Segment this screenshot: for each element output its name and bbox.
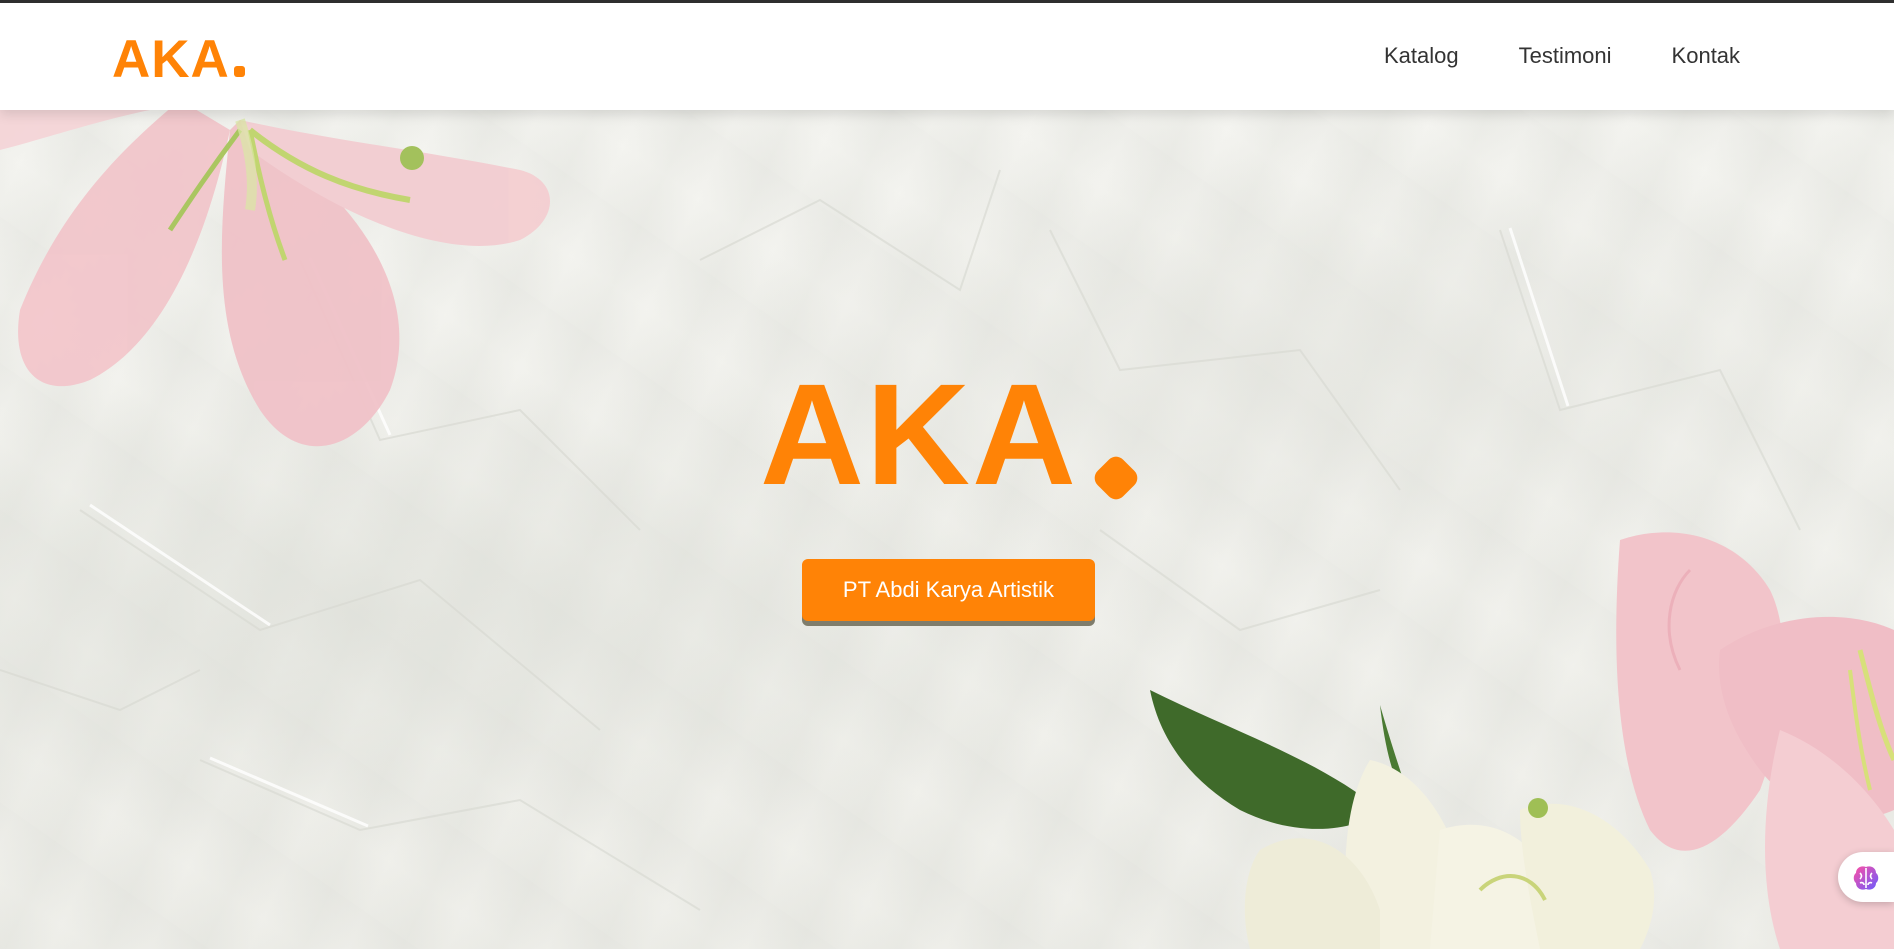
brand-dot (233, 66, 245, 77)
hero-logo-text: AKA (760, 354, 1078, 515)
hero-logo: AKA (760, 354, 1142, 515)
nav-kontak[interactable]: Kontak (1672, 43, 1741, 69)
company-button[interactable]: PT Abdi Karya Artistik (802, 559, 1095, 621)
main-nav: Katalog Testimoni Kontak (1384, 43, 1740, 69)
top-border (0, 0, 1894, 3)
pink-lily-top-left (0, 110, 550, 447)
navbar: AKA Katalog Testimoni Kontak (0, 3, 1894, 110)
hero-background-image (0, 110, 1894, 949)
hero-section: AKA PT Abdi Karya Artistik (0, 110, 1894, 949)
brain-icon (1853, 866, 1879, 890)
brand-logo[interactable]: AKA (112, 32, 245, 88)
nav-testimoni[interactable]: Testimoni (1519, 43, 1612, 69)
hero-logo-dot (1090, 452, 1142, 504)
nav-katalog[interactable]: Katalog (1384, 43, 1459, 69)
floating-widget-button[interactable] (1838, 852, 1894, 902)
brand-text: AKA (112, 30, 230, 89)
